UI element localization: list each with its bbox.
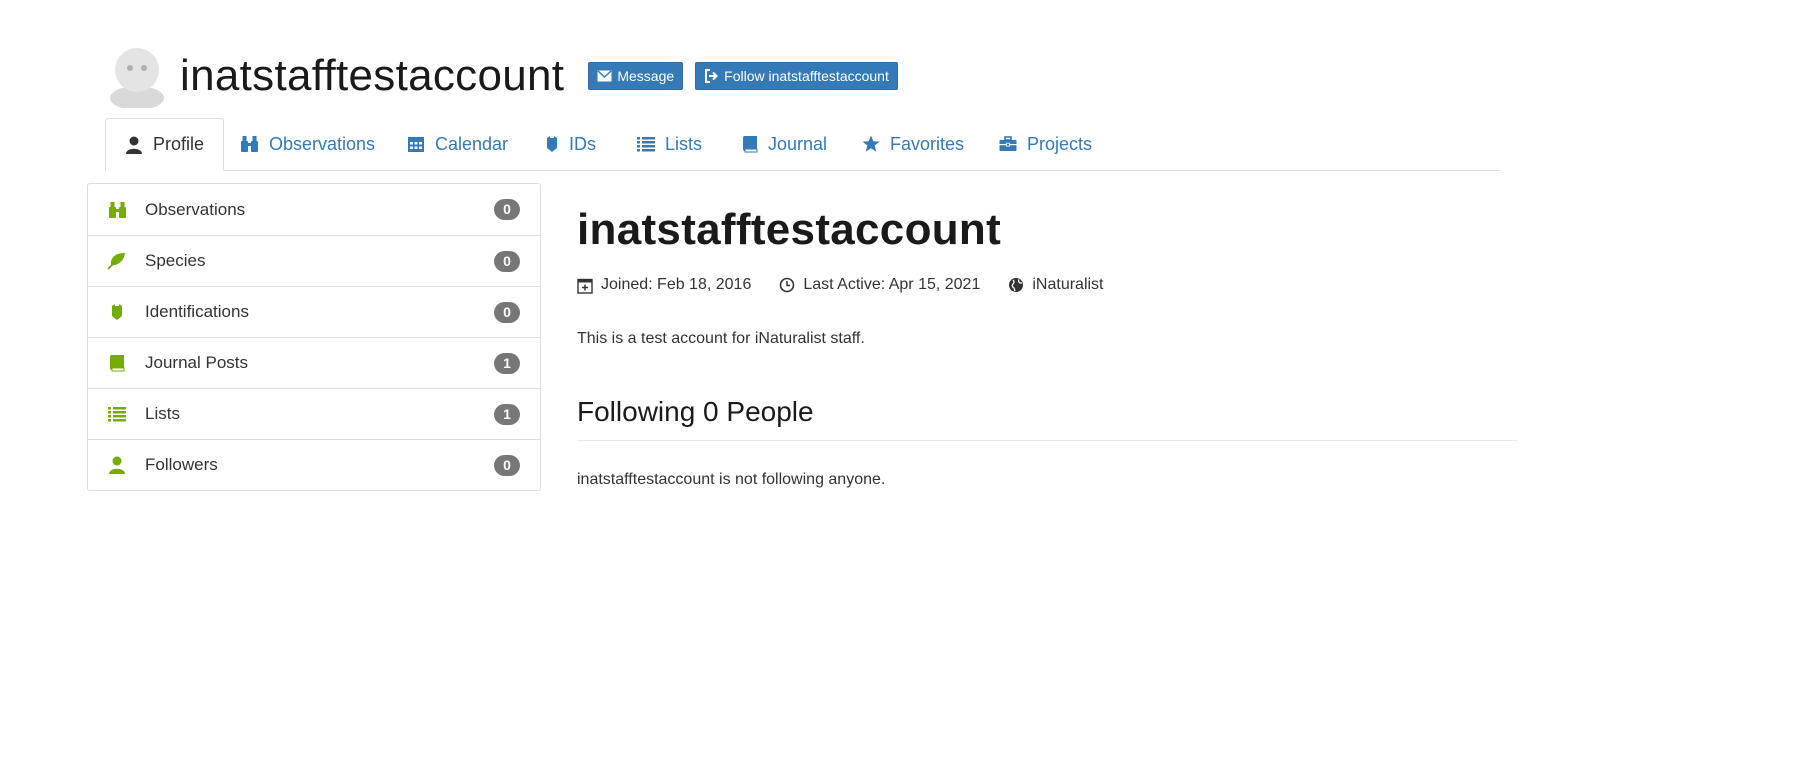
tab-label: IDs — [569, 133, 596, 154]
tab-calendar[interactable]: Calendar — [407, 118, 508, 170]
count-badge: 0 — [494, 250, 520, 272]
profile-tabs: Profile Observations Calendar IDs Lists … — [105, 118, 1500, 171]
joined-date: Joined: Feb 18, 2016 — [601, 276, 752, 293]
joined-info: Joined: Feb 18, 2016 — [577, 276, 751, 294]
sidebar-item-label: Lists — [145, 404, 180, 423]
follow-button-label: Follow inatstafftestaccount — [724, 68, 889, 84]
tab-observations[interactable]: Observations — [240, 118, 375, 170]
calendar-icon — [408, 137, 424, 152]
star-icon — [862, 135, 880, 152]
tab-profile[interactable]: Profile — [105, 118, 225, 171]
sidebar-item-label: Observations — [145, 199, 246, 219]
site-info: iNaturalist — [1008, 276, 1104, 294]
calendar-plus-icon — [577, 278, 593, 294]
site-name: iNaturalist — [1032, 276, 1104, 293]
sidebar-item-identifications[interactable]: Identifications 0 — [88, 286, 540, 337]
tab-projects[interactable]: Projects — [999, 118, 1092, 170]
identification-icon — [107, 302, 127, 322]
sidebar-item-label: Followers — [145, 455, 218, 474]
count-badge: 0 — [494, 199, 520, 220]
count-badge: 1 — [494, 352, 520, 374]
tab-label: Projects — [1027, 133, 1093, 154]
tab-lists[interactable]: Lists — [637, 118, 702, 170]
tab-label: Observations — [269, 133, 376, 154]
person-icon — [107, 455, 127, 475]
follow-button[interactable]: Follow inatstafftestaccount — [695, 62, 898, 90]
sidebar-item-label: Identifications — [145, 302, 249, 321]
message-button-label: Message — [617, 68, 675, 84]
briefcase-icon — [999, 136, 1017, 151]
binoculars-icon — [241, 136, 258, 152]
identification-icon — [547, 136, 557, 152]
sidebar-item-label: Journal Posts — [145, 353, 248, 372]
person-icon — [126, 136, 142, 154]
last-active-date: Last Active: Apr 15, 2021 — [803, 276, 981, 293]
envelope-icon — [597, 70, 612, 82]
avatar-icon — [110, 48, 164, 108]
sidebar-item-species[interactable]: Species 0 — [88, 235, 540, 286]
profile-meta: Joined: Feb 18, 2016 Last Active: Apr 15… — [577, 274, 1517, 296]
tab-label: Calendar — [435, 133, 509, 154]
message-button[interactable]: Message — [588, 62, 684, 90]
globe-icon — [1009, 278, 1024, 292]
page-username: inatstafftestaccount — [180, 51, 565, 100]
last-active-info: Last Active: Apr 15, 2021 — [779, 276, 980, 294]
list-icon — [637, 137, 655, 152]
tab-ids[interactable]: IDs — [545, 118, 596, 170]
sidebar-item-observations[interactable]: Observations 0 — [88, 184, 540, 235]
sidebar-item-followers[interactable]: Followers 0 — [88, 439, 540, 490]
tab-label: Lists — [665, 133, 703, 154]
count-badge: 0 — [494, 301, 520, 323]
profile-description: This is a test account for iNaturalist s… — [577, 330, 865, 347]
book-icon — [743, 136, 758, 153]
following-text: inatstafftestaccount is not following an… — [577, 471, 886, 488]
profile-title: inatstafftestaccount — [577, 205, 1002, 254]
following-heading: Following 0 People — [577, 396, 1517, 441]
tab-favorites[interactable]: Favorites — [862, 118, 964, 170]
clock-icon — [780, 277, 795, 293]
book-icon — [107, 353, 127, 373]
tab-label: Favorites — [890, 133, 965, 154]
tab-label: Journal — [768, 133, 828, 154]
sign-in-icon — [705, 69, 719, 83]
tab-journal[interactable]: Journal — [742, 118, 827, 170]
list-icon — [107, 404, 127, 424]
sidebar-item-label: Species — [145, 251, 206, 270]
tab-label: Profile — [153, 134, 205, 154]
profile-main: inatstafftestaccount Joined: Feb 18, 201… — [577, 200, 1517, 489]
count-badge: 1 — [494, 403, 520, 425]
binoculars-icon — [107, 200, 127, 220]
count-badge: 0 — [494, 454, 520, 476]
profile-header: inatstafftestaccount Message Follow inat… — [108, 44, 910, 108]
leaf-icon — [107, 251, 127, 271]
sidebar-item-lists[interactable]: Lists 1 — [88, 388, 540, 439]
profile-stats-sidebar: Observations 0 Species 0 Identifications… — [87, 183, 541, 491]
sidebar-item-journal-posts[interactable]: Journal Posts 1 — [88, 337, 540, 388]
